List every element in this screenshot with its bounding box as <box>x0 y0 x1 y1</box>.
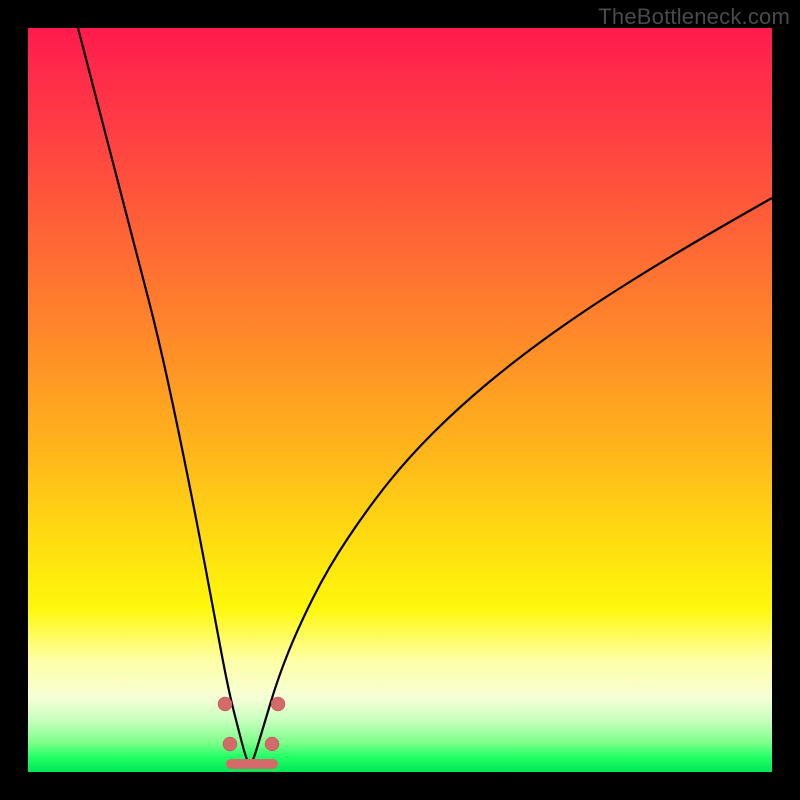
chart-frame: TheBottleneck.com <box>0 0 800 800</box>
marker-dot <box>218 697 232 711</box>
marker-dot <box>223 737 237 751</box>
watermark-text: TheBottleneck.com <box>598 4 790 30</box>
marker-dot <box>271 697 285 711</box>
curve-svg <box>28 28 772 772</box>
plot-area <box>28 28 772 772</box>
marker-dot <box>265 737 279 751</box>
bottleneck-curve <box>78 28 772 764</box>
